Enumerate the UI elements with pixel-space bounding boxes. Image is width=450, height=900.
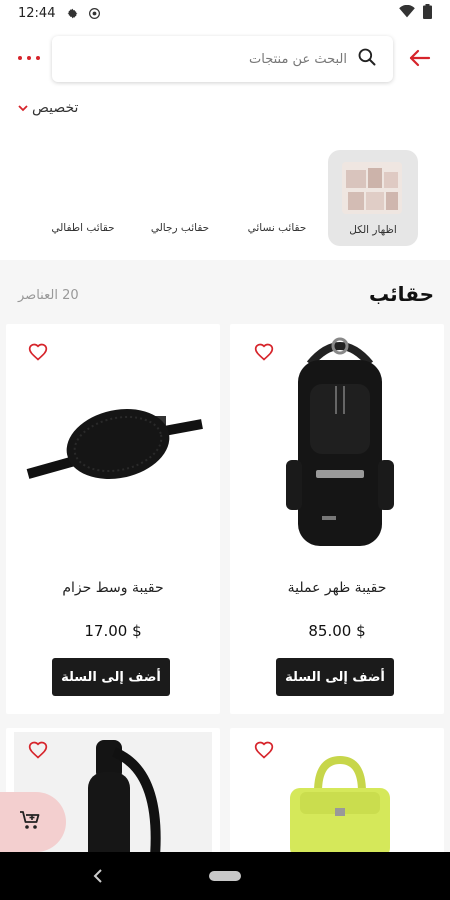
back-arrow-icon[interactable] [408, 46, 432, 70]
search-icon[interactable] [357, 47, 377, 71]
product-card[interactable]: حقيبة ظهر عملية 85.00 $ أضف إلى السلة [230, 324, 444, 714]
item-count: 20 العناصر [18, 288, 79, 303]
status-time: 12:44 [18, 5, 56, 21]
category-women[interactable]: حقائب نسائي [246, 222, 308, 234]
battery-icon [423, 3, 432, 23]
cart-plus-icon [18, 808, 42, 836]
heart-icon[interactable] [254, 740, 274, 760]
product-name: حقيبة وسط حزام [62, 580, 164, 596]
product-list-screen: 12:44 البحث عن منتجات تخصيص اظهار الكل ح… [0, 0, 450, 900]
heart-icon[interactable] [28, 740, 48, 760]
category-men-label: حقائب رجالي [150, 222, 210, 234]
category-strip: اظهار الكل حقائب نسائي حقائب رجالي حقائب… [0, 136, 450, 260]
product-image-handbag [280, 752, 400, 858]
category-all-thumbnail [342, 162, 402, 214]
category-kids[interactable]: حقائب اطفالي [50, 222, 116, 234]
shield-icon [87, 6, 101, 20]
product-name: حقيبة ظهر عملية [287, 580, 387, 596]
status-right-icons [399, 3, 432, 23]
category-all-label: اظهار الكل [349, 224, 397, 236]
add-to-cart-button[interactable]: أضف إلى السلة [52, 658, 170, 696]
product-card[interactable] [230, 728, 444, 868]
category-kids-label: حقائب اطفالي [51, 222, 115, 234]
category-women-label: حقائب نسائي [247, 222, 307, 234]
heart-icon[interactable] [28, 342, 48, 362]
add-to-cart-button[interactable]: أضف إلى السلة [276, 658, 394, 696]
section-title: حقائب [369, 282, 434, 306]
category-all[interactable]: اظهار الكل [328, 150, 418, 246]
search-input[interactable]: البحث عن منتجات [52, 36, 393, 82]
customize-row: تخصيص [0, 92, 450, 136]
gear-icon [65, 6, 79, 20]
section-header: حقائب 20 العناصر [0, 282, 450, 312]
app-header: البحث عن منتجات [0, 26, 450, 92]
status-bar: 12:44 [0, 0, 450, 26]
floating-cart-button[interactable] [0, 792, 66, 852]
nav-back-icon[interactable] [92, 867, 104, 885]
more-dots-icon[interactable] [18, 48, 40, 68]
nav-home-pill[interactable] [209, 871, 241, 881]
product-image-waist-bag [18, 394, 208, 508]
customize-label: تخصيص [32, 100, 79, 116]
search-placeholder: البحث عن منتجات [249, 51, 347, 67]
category-men[interactable]: حقائب رجالي [150, 222, 210, 234]
system-nav-bar [0, 852, 450, 900]
product-image-backpack [270, 334, 410, 558]
wifi-icon [399, 4, 415, 22]
customize-dropdown[interactable]: تخصيص [18, 100, 78, 116]
product-price: 85.00 $ [308, 622, 366, 640]
product-card[interactable]: حقيبة وسط حزام 17.00 $ أضف إلى السلة [6, 324, 220, 714]
chevron-down-icon [18, 100, 28, 116]
product-price: 17.00 $ [84, 622, 142, 640]
